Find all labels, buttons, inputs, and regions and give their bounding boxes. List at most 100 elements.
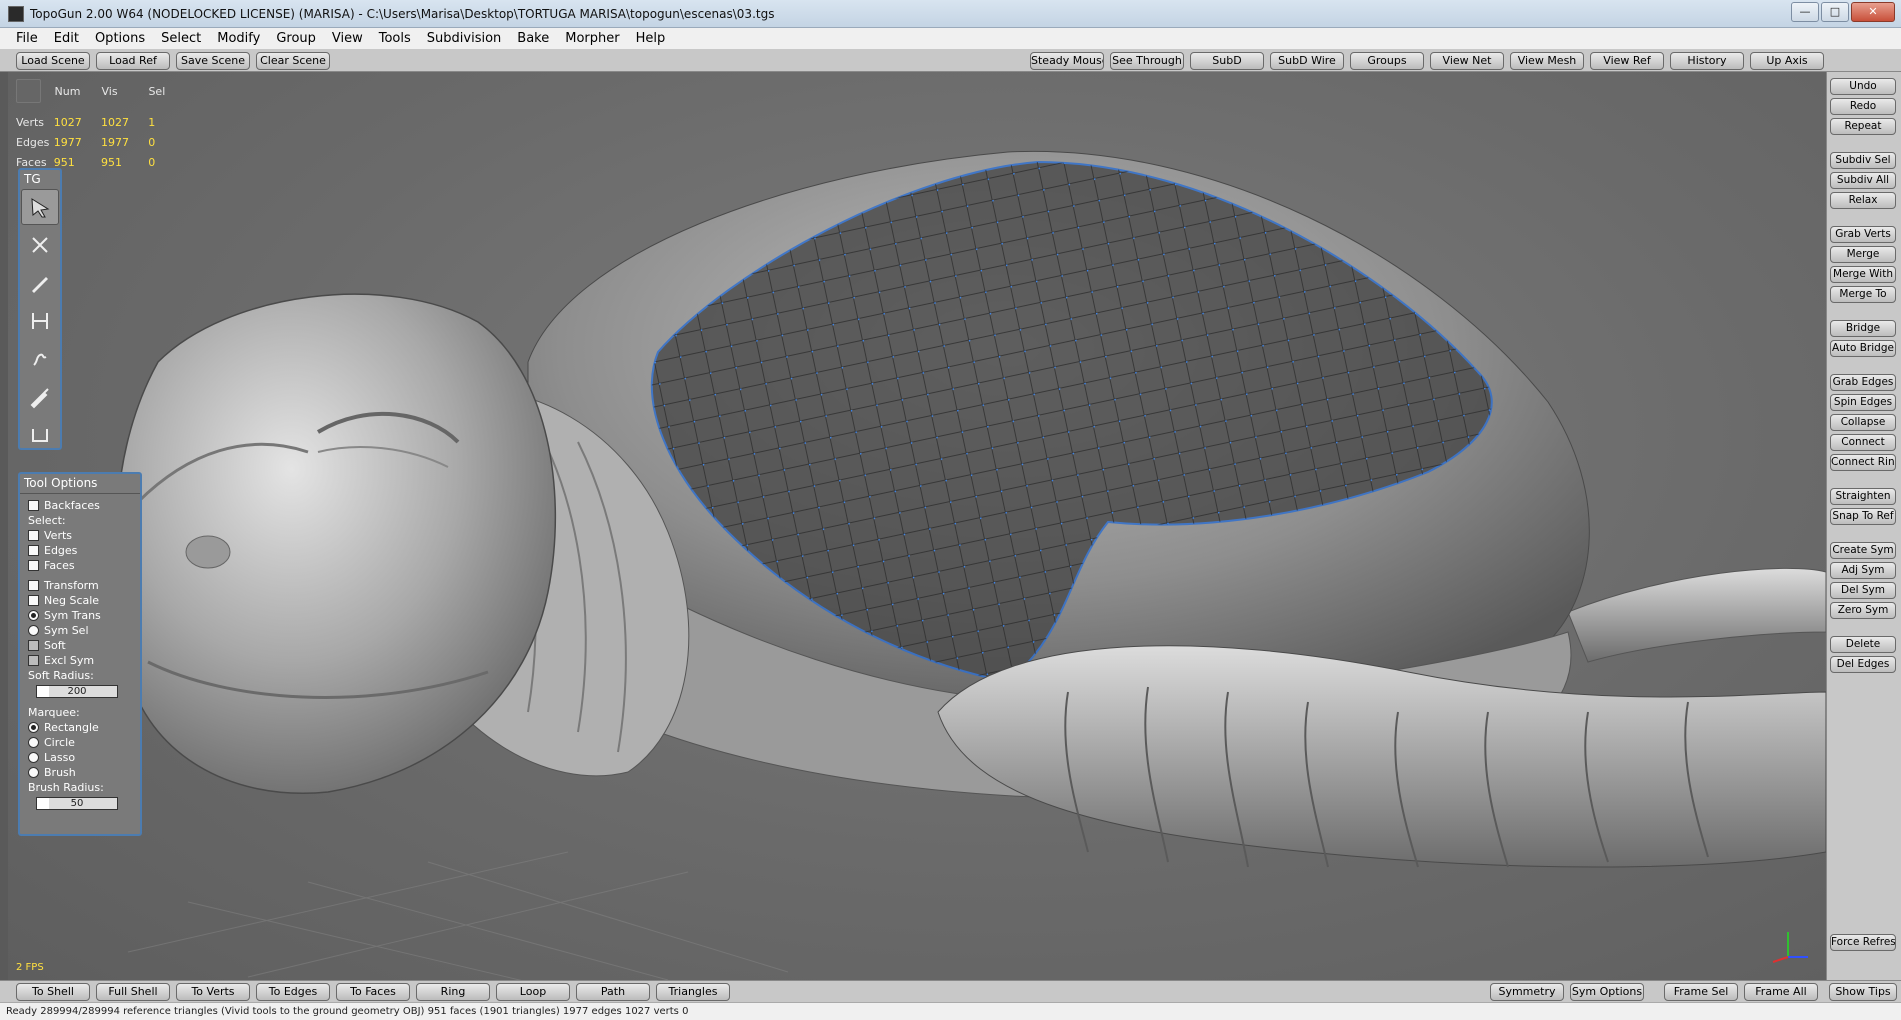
turtle-model-render[interactable]	[8, 72, 1826, 980]
menu-modify[interactable]: Modify	[209, 31, 268, 46]
save-scene-button[interactable]: Save Scene	[176, 52, 250, 70]
to-shell-button[interactable]: To Shell	[16, 983, 90, 1001]
repeat-button[interactable]: Repeat	[1830, 118, 1896, 135]
faces-option[interactable]: Faces	[20, 558, 140, 573]
view-mesh-button[interactable]: View Mesh	[1510, 52, 1584, 70]
minimize-button[interactable]: —	[1791, 2, 1819, 22]
show-tips-button[interactable]: Show Tips	[1829, 983, 1897, 1001]
del-sym-button[interactable]: Del Sym	[1830, 582, 1896, 599]
sym-trans-radio[interactable]	[28, 610, 39, 621]
to-verts-button[interactable]: To Verts	[176, 983, 250, 1001]
triangles-button[interactable]: Triangles	[656, 983, 730, 1001]
menu-edit[interactable]: Edit	[46, 31, 87, 46]
brush-tool-icon[interactable]	[21, 341, 59, 377]
bridge-button[interactable]: Bridge	[1830, 320, 1896, 337]
sym-options-button[interactable]: Sym Options	[1570, 983, 1644, 1001]
subdiv-all-button[interactable]: Subdiv All	[1830, 172, 1896, 189]
edges-checkbox[interactable]	[28, 545, 39, 556]
bridge-tool-icon[interactable]	[21, 303, 59, 339]
create-sym-button[interactable]: Create Sym	[1830, 542, 1896, 559]
clear-scene-button[interactable]: Clear Scene	[256, 52, 330, 70]
transform-checkbox[interactable]	[28, 580, 39, 591]
connect-ring-button[interactable]: Connect Ring	[1830, 454, 1896, 471]
path-button[interactable]: Path	[576, 983, 650, 1001]
groups-button[interactable]: Groups	[1350, 52, 1424, 70]
full-shell-button[interactable]: Full Shell	[96, 983, 170, 1001]
force-refresh-button[interactable]: Force Refresh	[1830, 934, 1896, 951]
menu-options[interactable]: Options	[87, 31, 153, 46]
menu-morpher[interactable]: Morpher	[557, 31, 627, 46]
menu-subdivision[interactable]: Subdivision	[419, 31, 510, 46]
subdiv-sel-button[interactable]: Subdiv Sel	[1830, 152, 1896, 169]
merge-button[interactable]: Merge	[1830, 246, 1896, 263]
frame-all-button[interactable]: Frame All	[1744, 983, 1818, 1001]
backfaces-option[interactable]: Backfaces	[20, 498, 140, 513]
steady-mouse-button[interactable]: Steady Mouse	[1030, 52, 1104, 70]
straighten-button[interactable]: Straighten	[1830, 488, 1896, 505]
draw-tool-icon[interactable]	[21, 265, 59, 301]
menu-bake[interactable]: Bake	[509, 31, 557, 46]
ring-button[interactable]: Ring	[416, 983, 490, 1001]
spin-edges-button[interactable]: Spin Edges	[1830, 394, 1896, 411]
faces-checkbox[interactable]	[28, 560, 39, 571]
soft-radius-slider[interactable]: 200	[36, 685, 118, 698]
soft-checkbox[interactable]	[28, 640, 39, 651]
maximize-button[interactable]: □	[1821, 2, 1849, 22]
brush-option[interactable]: Brush	[20, 765, 140, 780]
3d-viewport[interactable]: Num Vis Sel Verts 1027 1027 1 Edges 1977…	[8, 72, 1826, 980]
view-net-button[interactable]: View Net	[1430, 52, 1504, 70]
sym-sel-option[interactable]: Sym Sel	[20, 623, 140, 638]
soft-option[interactable]: Soft	[20, 638, 140, 653]
verts-option[interactable]: Verts	[20, 528, 140, 543]
subd-wire-button[interactable]: SubD Wire	[1270, 52, 1344, 70]
circle-radio[interactable]	[28, 737, 39, 748]
close-button[interactable]: ✕	[1851, 2, 1895, 22]
menu-help[interactable]: Help	[628, 31, 674, 46]
snap-to-ref-button[interactable]: Snap To Ref	[1830, 508, 1896, 525]
delete-button[interactable]: Delete	[1830, 636, 1896, 653]
menu-group[interactable]: Group	[268, 31, 324, 46]
subd-button[interactable]: SubD	[1190, 52, 1264, 70]
loop-button[interactable]: Loop	[496, 983, 570, 1001]
adj-sym-button[interactable]: Adj Sym	[1830, 562, 1896, 579]
excl-sym-option[interactable]: Excl Sym	[20, 653, 140, 668]
up-axis-button[interactable]: Up Axis	[1750, 52, 1824, 70]
menu-view[interactable]: View	[324, 31, 371, 46]
verts-checkbox[interactable]	[28, 530, 39, 541]
collapse-button[interactable]: Collapse	[1830, 414, 1896, 431]
redo-button[interactable]: Redo	[1830, 98, 1896, 115]
frame-sel-button[interactable]: Frame Sel	[1664, 983, 1738, 1001]
sym-sel-radio[interactable]	[28, 625, 39, 636]
circle-option[interactable]: Circle	[20, 735, 140, 750]
del-edges-button[interactable]: Del Edges	[1830, 656, 1896, 673]
menu-select[interactable]: Select	[153, 31, 209, 46]
history-button[interactable]: History	[1670, 52, 1744, 70]
undo-button[interactable]: Undo	[1830, 78, 1896, 95]
rectangle-option[interactable]: Rectangle	[20, 720, 140, 735]
select-tool-icon[interactable]	[21, 189, 59, 225]
merge-to-button[interactable]: Merge To	[1830, 286, 1896, 303]
lasso-radio[interactable]	[28, 752, 39, 763]
rectangle-radio[interactable]	[28, 722, 39, 733]
transform-option[interactable]: Transform	[20, 578, 140, 593]
menu-tools[interactable]: Tools	[371, 31, 419, 46]
paint-tool-icon[interactable]	[21, 379, 59, 415]
backfaces-checkbox[interactable]	[28, 500, 39, 511]
brush-radio[interactable]	[28, 767, 39, 778]
zero-sym-button[interactable]: Zero Sym	[1830, 602, 1896, 619]
merge-with-button[interactable]: Merge With	[1830, 266, 1896, 283]
symmetry-button[interactable]: Symmetry	[1490, 983, 1564, 1001]
to-faces-button[interactable]: To Faces	[336, 983, 410, 1001]
see-through-button[interactable]: See Through	[1110, 52, 1184, 70]
neg-scale-checkbox[interactable]	[28, 595, 39, 606]
sym-trans-option[interactable]: Sym Trans	[20, 608, 140, 623]
cut-tool-icon[interactable]	[21, 227, 59, 263]
connect-button[interactable]: Connect	[1830, 434, 1896, 451]
auto-bridge-button[interactable]: Auto Bridge	[1830, 340, 1896, 357]
relax-button[interactable]: Relax	[1830, 192, 1896, 209]
brush-radius-slider[interactable]: 50	[36, 797, 118, 810]
load-scene-button[interactable]: Load Scene	[16, 52, 90, 70]
view-ref-button[interactable]: View Ref	[1590, 52, 1664, 70]
grab-verts-button[interactable]: Grab Verts	[1830, 226, 1896, 243]
excl-sym-checkbox[interactable]	[28, 655, 39, 666]
